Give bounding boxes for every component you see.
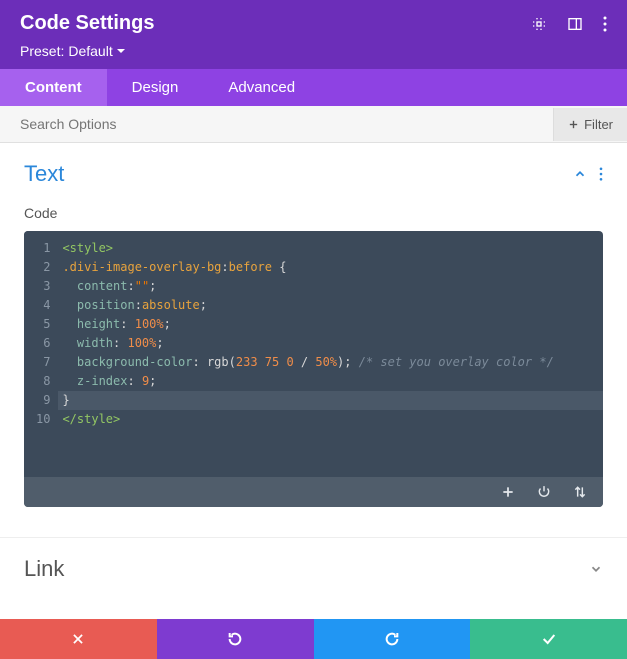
code-gutter: 12345678910 [24, 231, 58, 437]
more-icon[interactable] [603, 16, 607, 32]
modal-header: Code Settings Preset: Default [0, 0, 627, 69]
bottom-bar [0, 619, 627, 659]
panel-icon[interactable] [567, 16, 583, 32]
search-bar: Filter [0, 106, 627, 143]
plus-icon [568, 119, 579, 130]
tabs: Content Design Advanced [0, 69, 627, 106]
preset-value: Default [68, 43, 112, 59]
caret-down-icon [117, 49, 125, 53]
editor-footer [24, 477, 603, 507]
section-title-link: Link [24, 556, 64, 582]
confirm-button[interactable] [470, 619, 627, 659]
modal-title: Code Settings [20, 12, 154, 35]
tab-advanced[interactable]: Advanced [203, 69, 320, 106]
code-editor[interactable]: 12345678910 <style>.divi-image-overlay-b… [24, 231, 603, 507]
section-header-text[interactable]: Text [24, 161, 603, 187]
preset-dropdown[interactable]: Preset: Default [20, 43, 607, 59]
filter-button[interactable]: Filter [553, 108, 627, 141]
cancel-button[interactable] [0, 619, 157, 659]
code-lines[interactable]: <style>.divi-image-overlay-bg:before { c… [58, 231, 603, 437]
redo-button[interactable] [314, 619, 471, 659]
search-input[interactable] [0, 106, 553, 142]
preset-label: Preset: [20, 43, 64, 59]
target-icon[interactable] [531, 16, 547, 32]
filter-label: Filter [584, 117, 613, 132]
collapse-icon[interactable] [573, 167, 587, 181]
tab-design[interactable]: Design [107, 69, 204, 106]
field-label-code: Code [24, 205, 603, 221]
editor-power-icon[interactable] [537, 485, 551, 499]
section-more-icon[interactable] [599, 167, 603, 181]
section-title-text: Text [24, 161, 64, 187]
tab-content[interactable]: Content [0, 69, 107, 106]
expand-icon [589, 562, 603, 576]
editor-add-icon[interactable] [501, 485, 515, 499]
section-header-link[interactable]: Link [0, 537, 627, 600]
editor-sort-icon[interactable] [573, 485, 587, 499]
undo-button[interactable] [157, 619, 314, 659]
